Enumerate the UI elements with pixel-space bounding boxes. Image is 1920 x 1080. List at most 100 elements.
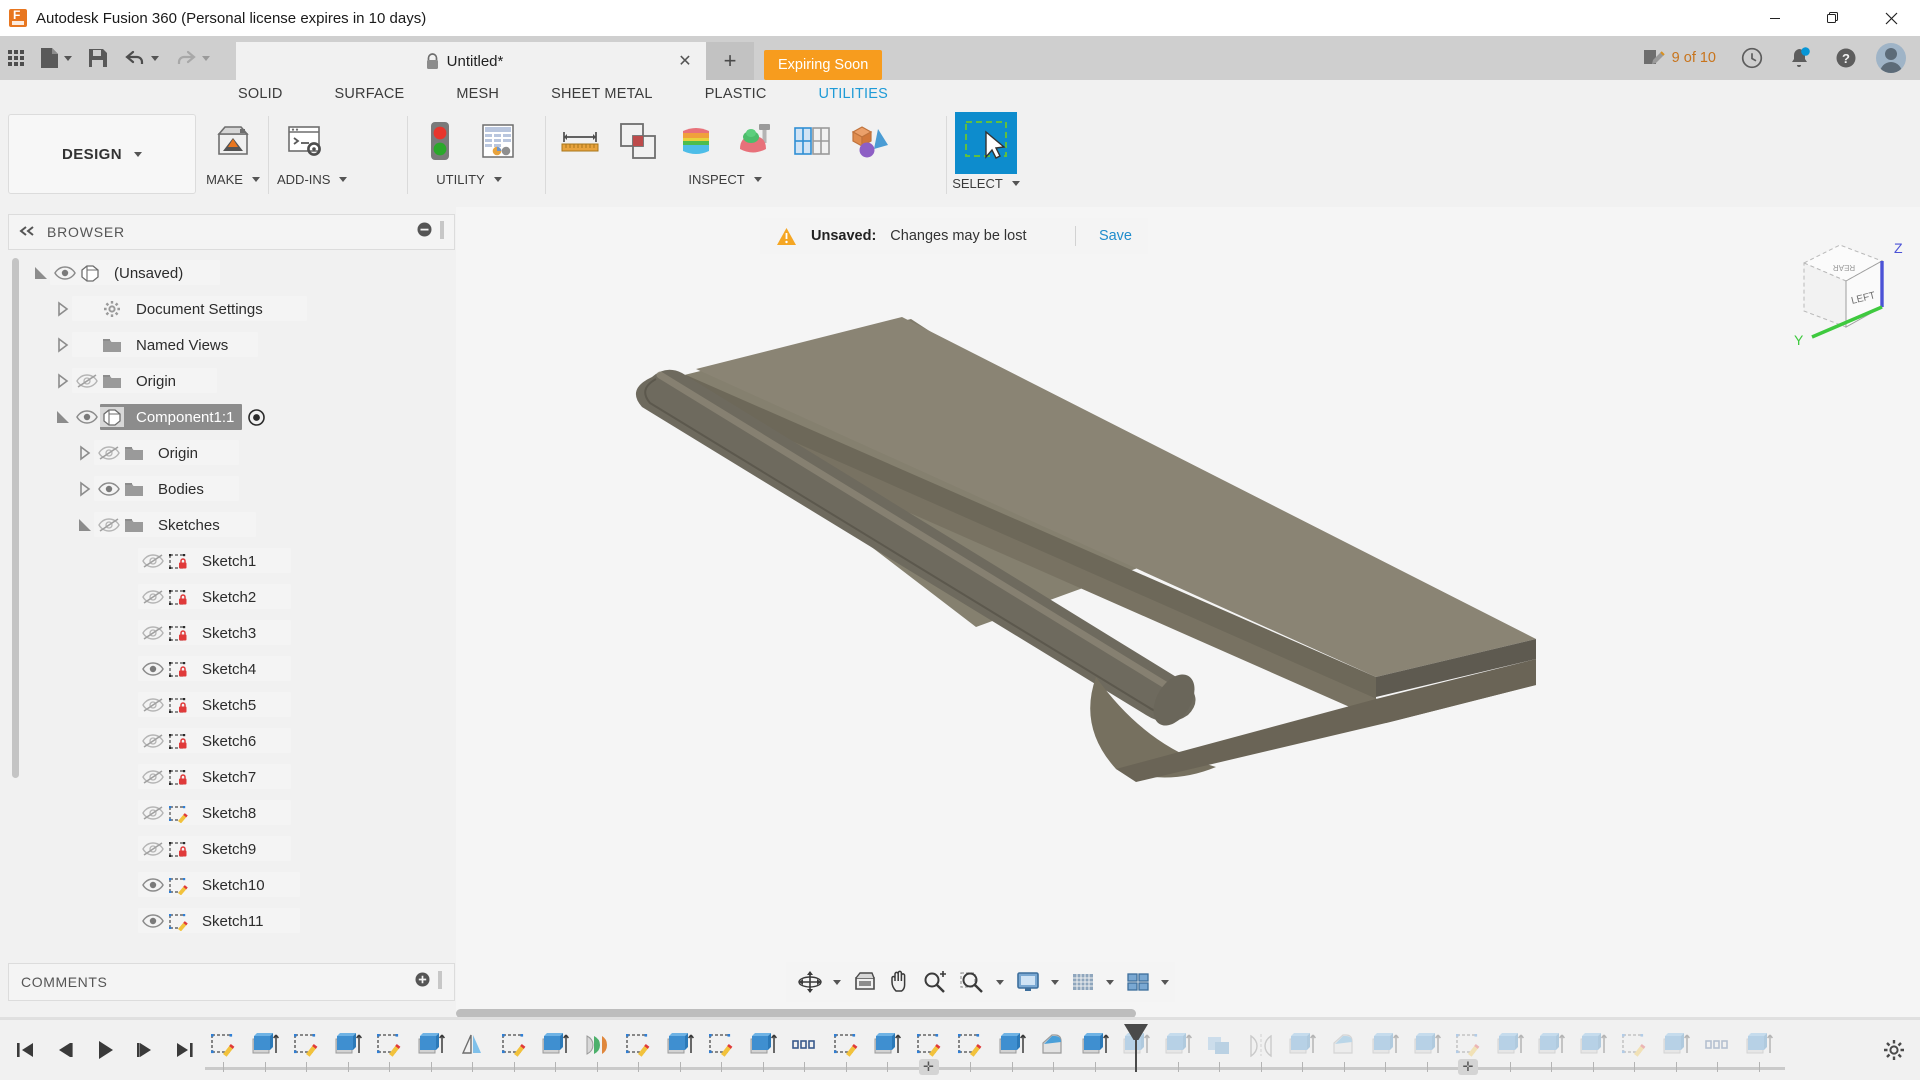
expiring-soon-badge[interactable]: Expiring Soon <box>764 50 883 80</box>
timeline-feature-sketch[interactable] <box>911 1028 947 1062</box>
tree-expand-arrow-icon[interactable] <box>74 478 96 500</box>
jobs-status-button[interactable]: 9 of 10 <box>1631 36 1728 80</box>
visibility-eye-icon[interactable] <box>140 551 166 571</box>
save-link[interactable]: Save <box>1099 228 1132 244</box>
3d-print-button[interactable] <box>205 112 261 170</box>
history-button[interactable] <box>1728 36 1776 80</box>
undo-button[interactable] <box>116 36 167 80</box>
visibility-eye-icon[interactable] <box>96 479 122 499</box>
play-button[interactable] <box>86 1030 124 1070</box>
timeline-feature-extrude[interactable] <box>994 1028 1030 1062</box>
go-to-start-button[interactable] <box>6 1030 44 1070</box>
timeline-feature-sketch[interactable] <box>496 1028 532 1062</box>
browser-tree-item[interactable]: Sketch8 <box>8 795 455 831</box>
workspace-selector[interactable]: DESIGN <box>8 114 196 194</box>
timeline-feature-extrude[interactable] <box>537 1028 573 1062</box>
timeline-track[interactable]: ✛ ✛ <box>205 1024 1785 1075</box>
tree-expand-arrow-icon[interactable] <box>52 334 74 356</box>
minimize-button[interactable] <box>1746 0 1804 36</box>
ribbon-group-select-label[interactable]: SELECT <box>952 176 1020 191</box>
resize-grip-icon[interactable] <box>438 970 442 994</box>
visibility-eye-icon[interactable] <box>140 695 166 715</box>
tree-expand-arrow-icon[interactable] <box>52 370 74 392</box>
browser-tree-item[interactable]: Sketch2 <box>8 579 455 615</box>
zoom-window-button[interactable] <box>953 963 991 1001</box>
timeline-settings-button[interactable] <box>1876 1032 1912 1068</box>
go-to-end-button[interactable] <box>166 1030 204 1070</box>
selection-filter-button[interactable] <box>955 112 1017 174</box>
tab-utilities[interactable]: UTILITIES <box>793 86 914 102</box>
browser-tree-item[interactable]: Sketch1 <box>8 543 455 579</box>
timeline-feature-sketch[interactable] <box>371 1028 407 1062</box>
browser-tree-item[interactable]: Document Settings <box>8 291 455 327</box>
component-color-cycle-button[interactable] <box>842 112 898 170</box>
browser-tree-item[interactable]: (Unsaved) <box>8 255 455 291</box>
browser-tree-item[interactable]: Sketch6 <box>8 723 455 759</box>
add-marker-icon[interactable]: ✛ <box>918 1059 939 1075</box>
browser-tree-item[interactable]: Sketch4 <box>8 651 455 687</box>
timeline-feature-revolve[interactable] <box>579 1028 615 1062</box>
spreadsheet-button[interactable] <box>470 112 526 170</box>
model-3d-hinge[interactable] <box>456 207 1920 1017</box>
visibility-eye-icon[interactable] <box>74 371 100 391</box>
visibility-eye-icon[interactable] <box>140 803 166 823</box>
timeline-feature-sketch[interactable] <box>952 1028 988 1062</box>
timeline-feature-extrude[interactable] <box>745 1028 781 1062</box>
visibility-eye-icon[interactable] <box>96 443 122 463</box>
document-tab[interactable]: Untitled* ✕ <box>236 42 706 80</box>
ribbon-group-utility-label[interactable]: UTILITY <box>412 172 526 187</box>
zoom-button[interactable] <box>917 963 953 1001</box>
browser-tree-item[interactable]: Sketch5 <box>8 687 455 723</box>
zebra-stripe-button[interactable] <box>784 112 840 170</box>
visibility-eye-icon[interactable] <box>140 911 166 931</box>
timeline-feature-extrude[interactable] <box>247 1028 283 1062</box>
timeline-feature-sketch[interactable] <box>205 1028 241 1062</box>
minus-circle-icon[interactable] <box>417 222 432 242</box>
timeline-feature-pattern[interactable] <box>786 1028 822 1062</box>
avatar[interactable] <box>1876 43 1906 73</box>
browser-tree-item[interactable]: Bodies <box>8 471 455 507</box>
help-button[interactable]: ? <box>1822 36 1870 80</box>
timeline-feature-extrude[interactable] <box>662 1028 698 1062</box>
visibility-eye-icon[interactable] <box>140 875 166 895</box>
ribbon-group-addins-label[interactable]: ADD-INS <box>277 172 348 187</box>
save-button[interactable] <box>80 36 116 80</box>
tree-expand-arrow-icon[interactable] <box>52 298 74 320</box>
browser-tree-item[interactable]: Origin <box>8 363 455 399</box>
visibility-eye-icon[interactable] <box>140 659 166 679</box>
tab-surface[interactable]: SURFACE <box>309 86 431 102</box>
browser-tree-item[interactable]: Sketches <box>8 507 455 543</box>
browser-tree-item[interactable]: Origin <box>8 435 455 471</box>
notifications-button[interactable] <box>1776 36 1822 80</box>
visibility-eye-icon[interactable] <box>140 731 166 751</box>
timeline-feature-mirror[interactable] <box>454 1028 490 1062</box>
new-tab-button[interactable]: + <box>706 42 754 80</box>
new-document-button[interactable] <box>32 36 80 80</box>
viewport-canvas[interactable]: LEFT REAR Z Y <box>456 207 1920 1017</box>
browser-tree-item[interactable]: Sketch11 <box>8 903 455 939</box>
browser-tree-item[interactable]: Sketch9 <box>8 831 455 867</box>
browser-tree-item[interactable]: Sketch10 <box>8 867 455 903</box>
interference-button[interactable] <box>610 112 666 170</box>
visibility-eye-icon[interactable] <box>140 587 166 607</box>
visibility-eye-icon[interactable] <box>140 839 166 859</box>
browser-tree-item[interactable]: Named Views <box>8 327 455 363</box>
orbit-button[interactable] <box>792 963 828 1001</box>
timeline-feature-sketch[interactable] <box>828 1028 864 1062</box>
comments-panel-header[interactable]: COMMENTS <box>8 963 455 1001</box>
grid-snap-button[interactable] <box>1065 963 1101 1001</box>
measure-button[interactable] <box>552 112 608 170</box>
visibility-eye-icon[interactable] <box>140 623 166 643</box>
ribbon-group-inspect-label[interactable]: INSPECT <box>552 172 898 187</box>
document-tab-close-icon[interactable]: ✕ <box>676 52 694 70</box>
collapse-left-icon[interactable] <box>19 223 37 241</box>
look-at-button[interactable] <box>847 963 883 1001</box>
maximize-restore-button[interactable] <box>1804 0 1862 36</box>
add-marker-icon[interactable]: ✛ <box>1458 1059 1478 1075</box>
tree-expand-arrow-icon[interactable] <box>74 442 96 464</box>
ribbon-group-make-label[interactable]: MAKE <box>205 172 261 187</box>
visibility-eye-icon[interactable] <box>74 407 100 427</box>
tree-expand-arrow-icon[interactable] <box>30 262 52 284</box>
timeline-feature-extrude[interactable] <box>1077 1028 1113 1062</box>
tree-expand-arrow-icon[interactable] <box>52 406 74 428</box>
